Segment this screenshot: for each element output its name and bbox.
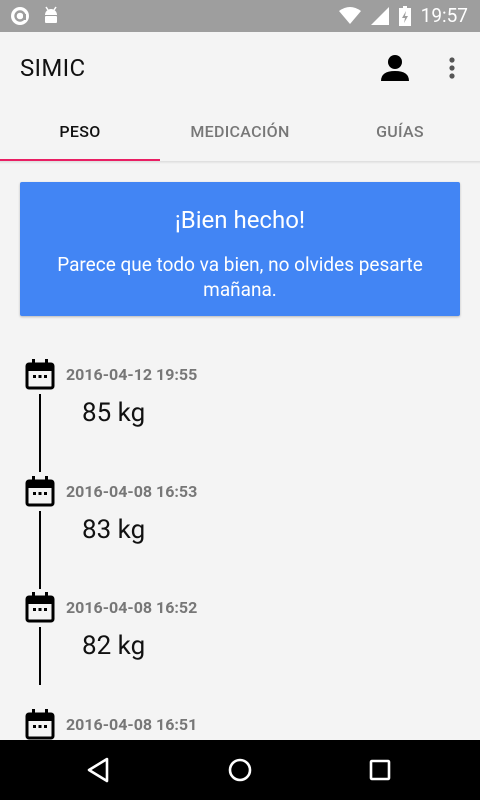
calendar-icon: [25, 476, 55, 507]
entry-date: 2016-04-08 16:52: [66, 598, 198, 617]
status-time: 19:57: [420, 4, 468, 27]
app-bar: SIMIC: [0, 32, 480, 104]
timeline-line: [39, 627, 41, 685]
entry-date: 2016-04-08 16:51: [66, 715, 198, 734]
home-icon[interactable]: [224, 754, 256, 786]
notification-app-icon: [11, 7, 29, 25]
entry-date: 2016-04-08 16:53: [66, 482, 198, 501]
timeline-line: [39, 511, 41, 589]
tab-guias[interactable]: GUÍAS: [320, 104, 480, 162]
android-debug-icon: [45, 6, 57, 23]
calendar-icon: [25, 359, 55, 390]
status-bar: 19:57: [0, 0, 480, 32]
calendar-icon: [25, 592, 55, 623]
entry-weight: 85 kg: [82, 398, 146, 428]
tab-peso[interactable]: PESO: [0, 104, 160, 162]
wifi-icon: [338, 7, 361, 24]
tab-medicacion[interactable]: MEDICACIÓN: [160, 104, 320, 162]
status-banner: ¡Bien hecho! Parece que todo va bien, no…: [20, 182, 460, 316]
recents-icon[interactable]: [364, 754, 396, 786]
account-icon[interactable]: [379, 52, 411, 84]
signal-icon: [370, 7, 389, 25]
app-title: SIMIC: [20, 54, 86, 82]
entry-weight: 83 kg: [82, 515, 146, 545]
banner-heading: ¡Bien hecho!: [174, 206, 306, 234]
banner-message: Parece que todo va bien, no olvides pesa…: [57, 253, 423, 301]
entry-date: 2016-04-12 19:55: [66, 365, 198, 384]
timeline-line: [39, 394, 41, 472]
entry-weight: 82 kg: [82, 631, 146, 661]
more-options-icon[interactable]: [440, 52, 464, 84]
battery-charging-icon: [398, 6, 411, 26]
navigation-bar: [0, 740, 480, 800]
tab-bar: PESO MEDICACIÓN GUÍAS: [0, 104, 480, 162]
calendar-icon: [25, 709, 55, 740]
back-icon[interactable]: [83, 754, 115, 786]
tab-divider: [0, 161, 480, 164]
